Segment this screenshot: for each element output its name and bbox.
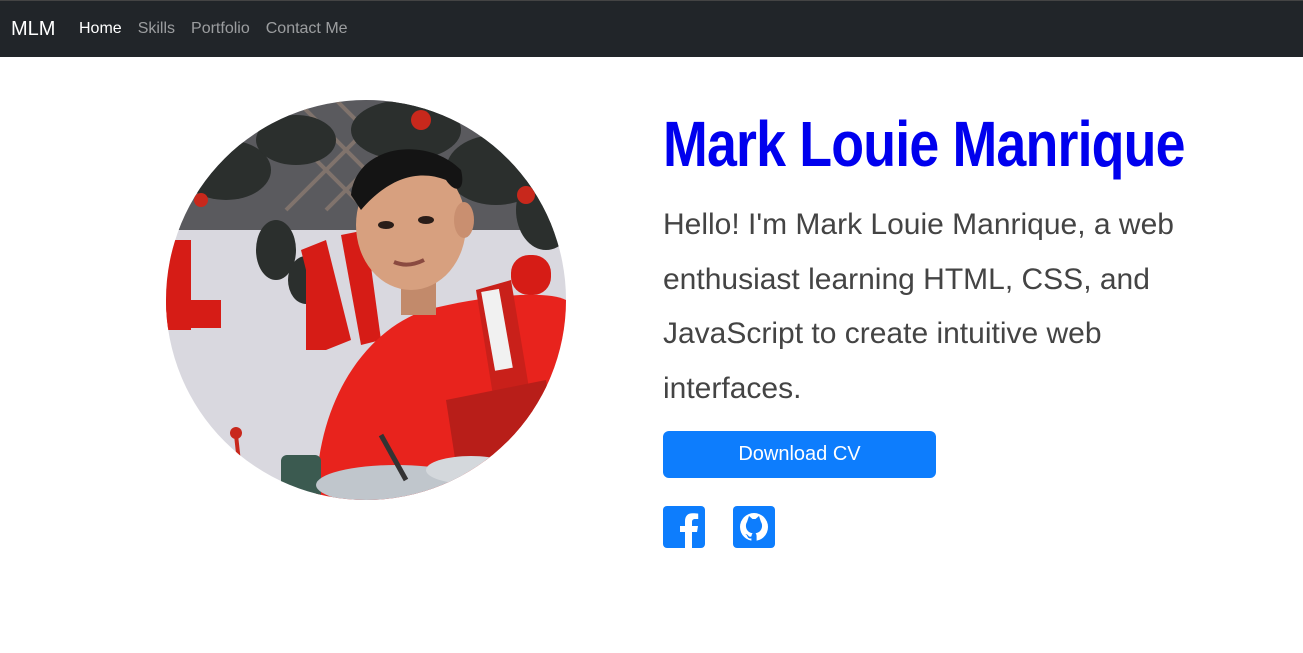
hero-bio: Hello! I'm Mark Louie Manrique, a web en… [663,208,1174,405]
facebook-icon[interactable] [663,506,705,548]
nav-links: Home Skills Portfolio Contact Me [79,19,348,39]
nav-link-contact[interactable]: Contact Me [266,19,348,39]
nav-link-skills[interactable]: Skills [138,19,175,39]
nav-link-portfolio[interactable]: Portfolio [191,19,250,39]
navbar-brand[interactable]: MLM [11,17,55,41]
hero-name: Mark Louie Manrique [663,108,1186,180]
profile-photo [166,100,566,500]
github-icon[interactable] [733,506,775,548]
nav-link-home[interactable]: Home [79,19,122,39]
navbar: MLM Home Skills Portfolio Contact Me [0,0,1303,57]
download-cv-button[interactable]: Download CV [663,431,936,478]
